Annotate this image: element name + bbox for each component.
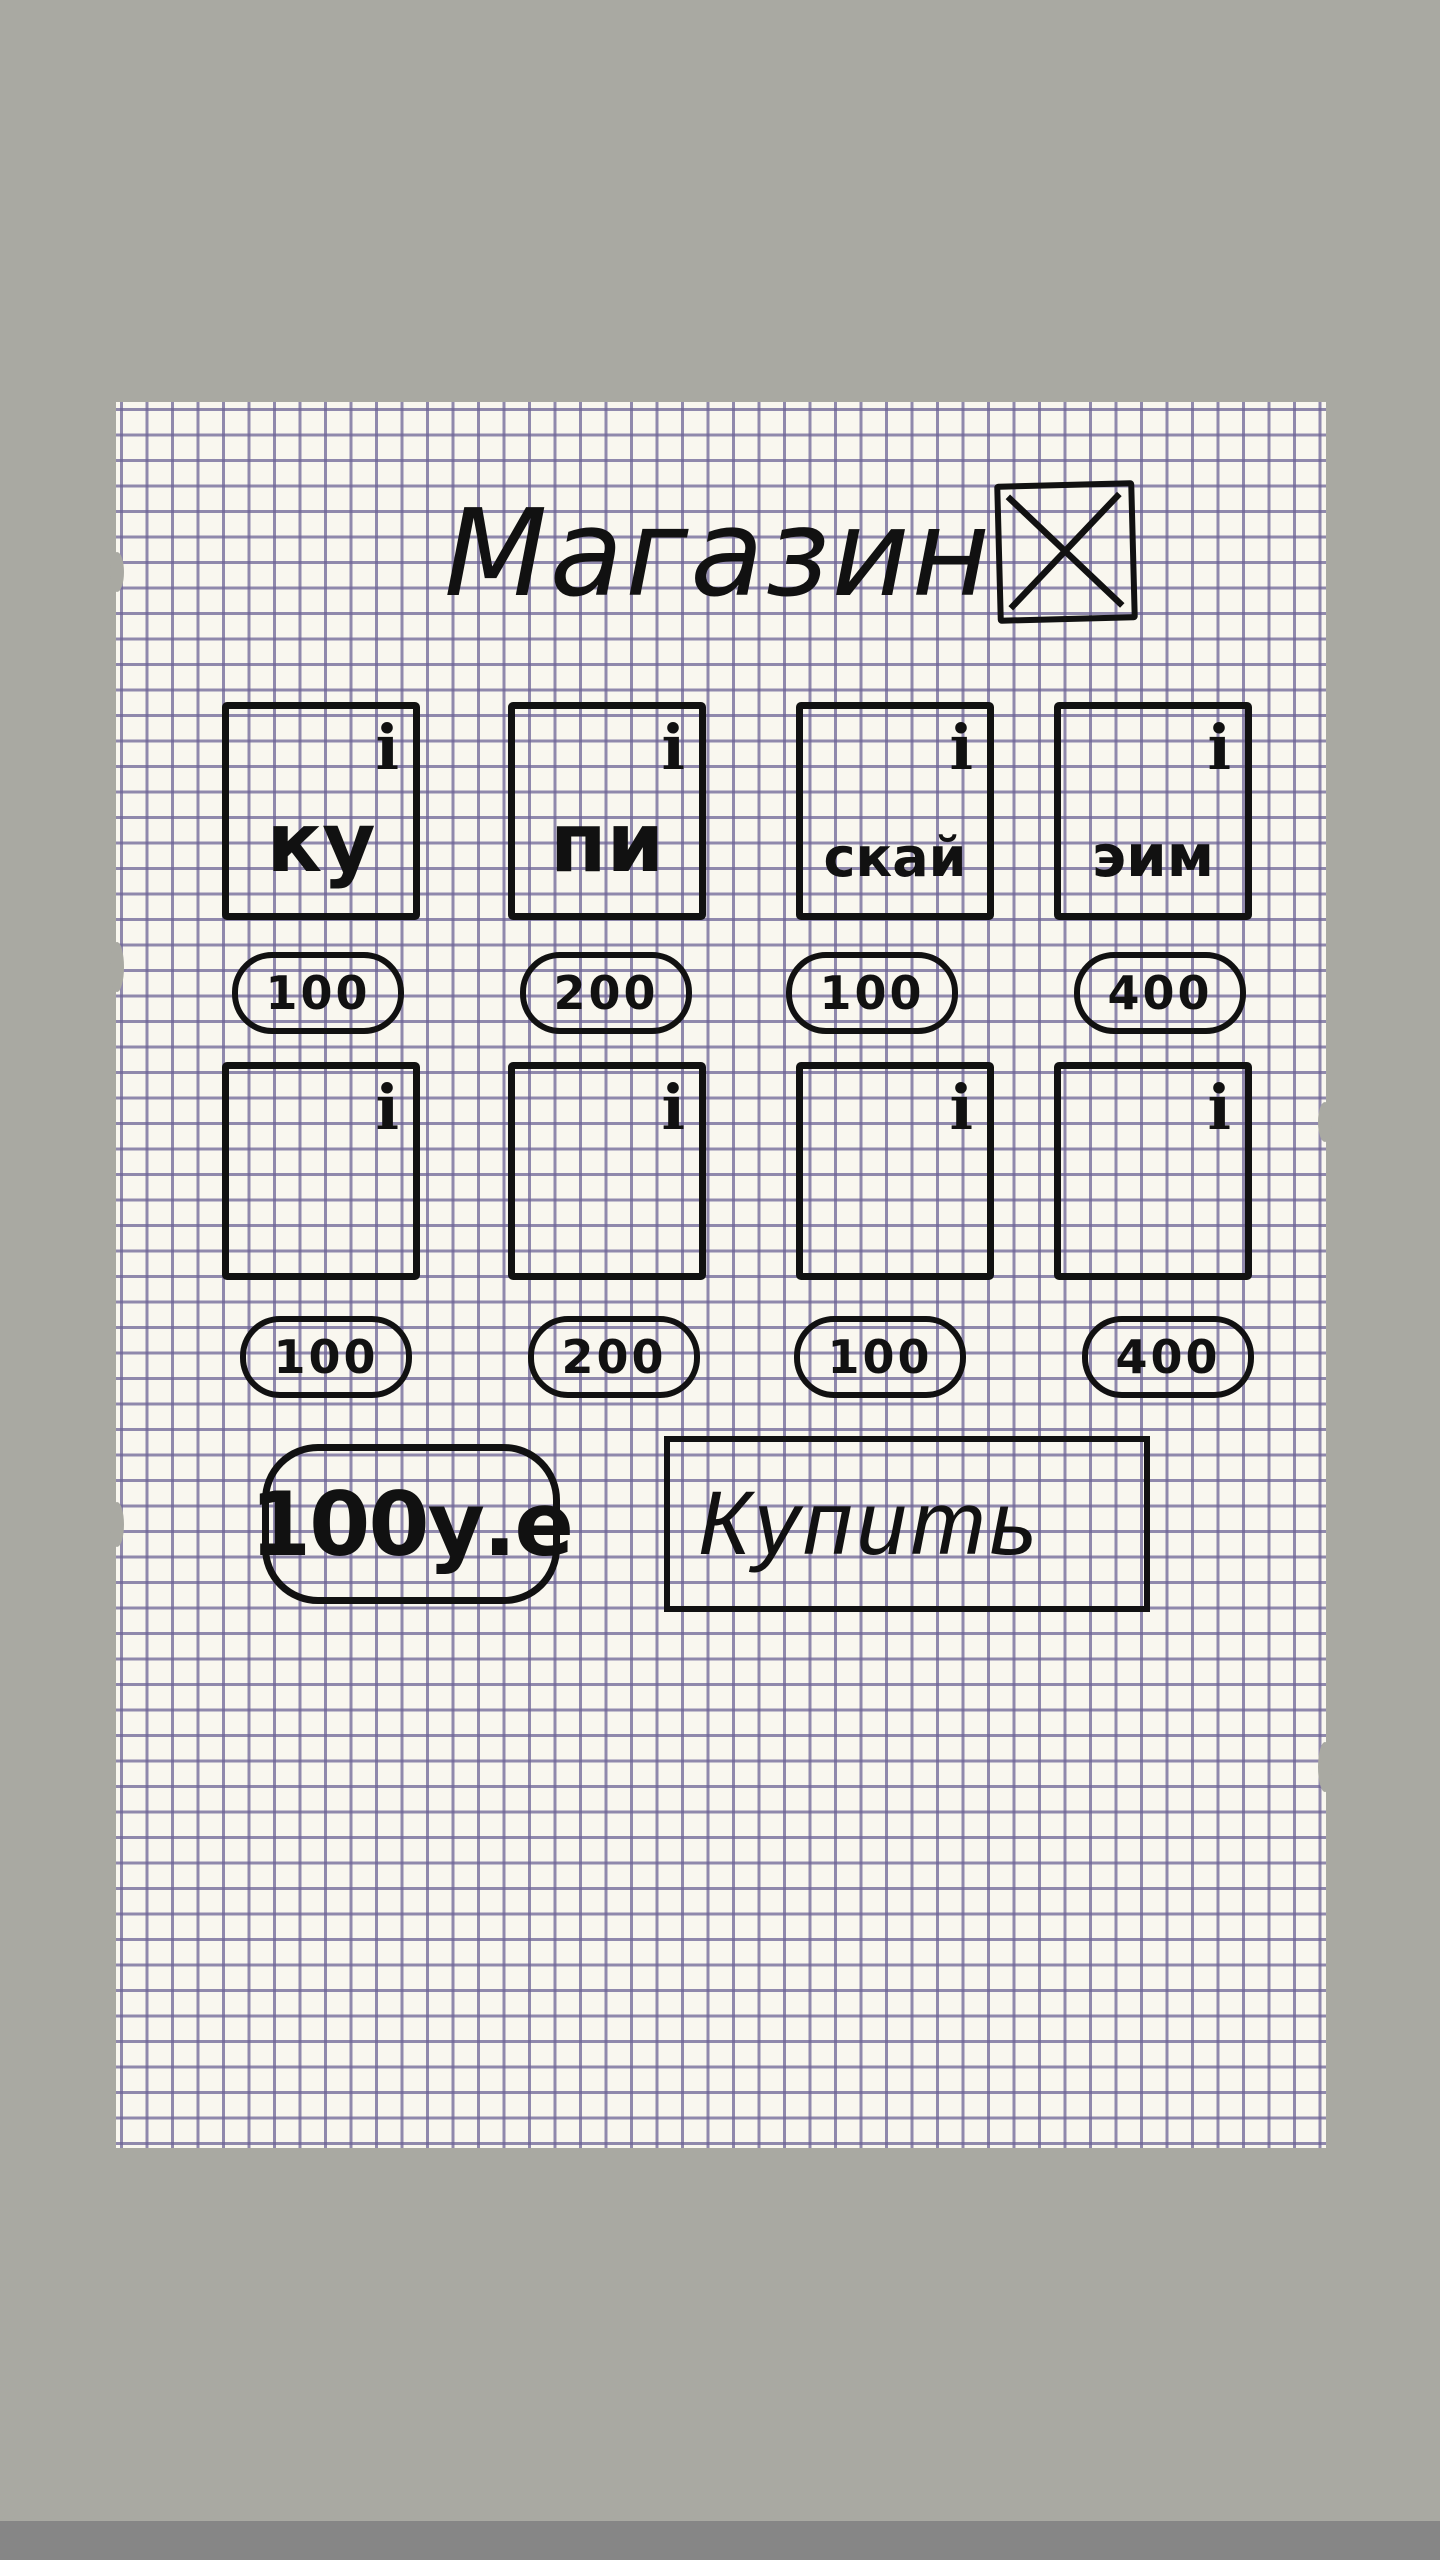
shop-item-7[interactable]: i (796, 1062, 994, 1280)
price-tag: 400 (1082, 1316, 1254, 1398)
item-name: пи (549, 796, 665, 891)
info-icon[interactable]: i (661, 717, 685, 779)
price-tag: 100 (240, 1316, 412, 1398)
buy-button[interactable]: Купить (664, 1436, 1150, 1612)
shop-item-6[interactable]: i (508, 1062, 706, 1280)
info-icon[interactable]: i (1207, 717, 1231, 779)
system-nav-bar (0, 2521, 1440, 2560)
item-name: эим (1091, 822, 1215, 890)
price-tag: 100 (794, 1316, 966, 1398)
paper-tear (110, 1502, 124, 1547)
info-icon[interactable]: i (949, 717, 973, 779)
shop-item-ku[interactable]: i ку (222, 702, 420, 920)
paper-tear (1318, 1742, 1332, 1792)
balance-display: 100у.е (250, 1444, 574, 1604)
paper-tear (1318, 1102, 1332, 1142)
info-icon[interactable]: i (661, 1077, 685, 1139)
paper-tear (110, 552, 124, 592)
info-icon[interactable]: i (375, 717, 399, 779)
price-tag: 400 (1074, 952, 1246, 1034)
price-tag: 200 (520, 952, 692, 1034)
item-name: скай (823, 826, 967, 889)
shop-title: Магазин (444, 485, 992, 624)
close-button[interactable] (994, 480, 1138, 624)
shop-item-8[interactable]: i (1054, 1062, 1252, 1280)
price-tag: 200 (528, 1316, 700, 1398)
shop-item-skai[interactable]: i скай (796, 702, 994, 920)
close-x-icon (1005, 491, 1125, 611)
price-tag: 100 (232, 952, 404, 1034)
price-tag: 100 (786, 952, 958, 1034)
shop-item-pi[interactable]: i пи (508, 702, 706, 920)
info-icon[interactable]: i (1207, 1077, 1231, 1139)
info-icon[interactable]: i (375, 1077, 399, 1139)
shop-item-eim[interactable]: i эим (1054, 702, 1252, 920)
shop-item-5[interactable]: i (222, 1062, 420, 1280)
item-name: ку (266, 796, 376, 891)
paper-tear (110, 942, 124, 992)
info-icon[interactable]: i (949, 1077, 973, 1139)
